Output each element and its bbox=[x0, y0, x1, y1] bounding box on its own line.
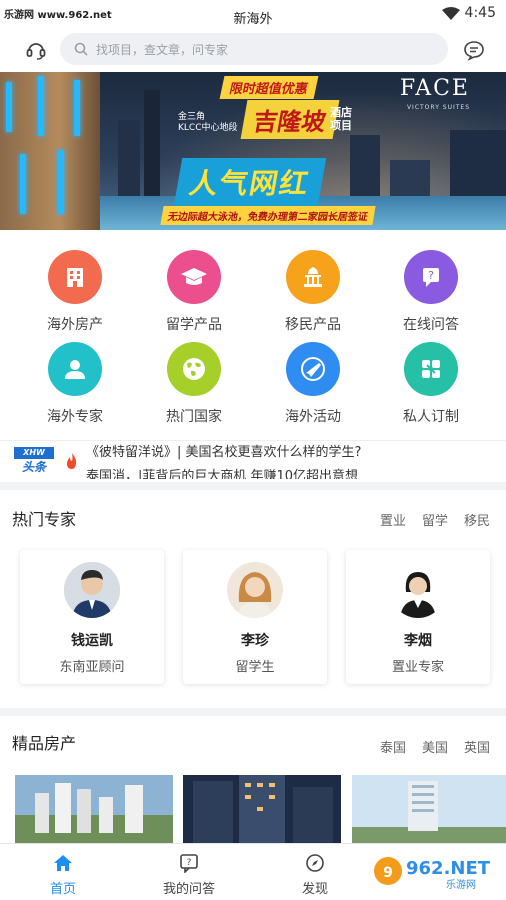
filter-tab-thailand[interactable]: 泰国 bbox=[380, 737, 406, 756]
tab-my-qa[interactable]: ? 我的问答 bbox=[126, 844, 252, 900]
category-label: 海外房产 bbox=[47, 317, 103, 333]
expert-card[interactable]: 李珍 留学生 bbox=[183, 550, 327, 684]
filter-tab-uk[interactable]: 英国 bbox=[464, 737, 490, 756]
filter-tab-study[interactable]: 留学 bbox=[422, 510, 448, 529]
promo-hotel-label: 酒店 项目 bbox=[330, 106, 352, 132]
svg-text:9: 9 bbox=[383, 865, 393, 881]
promo-banner[interactable]: 限时超值优惠 金三角 KLCC中心地段 吉隆坡 酒店 项目 人气网红 无边际超大… bbox=[0, 72, 506, 230]
category-grid: 海外房产 留学产品 移民产品 ? 在线问答 海外专家 热门国家 海外活动 私人订… bbox=[0, 242, 506, 434]
promo-strip-label: 无边际超大泳池，免费办理第二家园长居签证 bbox=[160, 206, 376, 225]
property-section-title: 精品房产 bbox=[12, 734, 77, 753]
tab-home[interactable]: 首页 bbox=[0, 844, 126, 900]
site-watermark-brand: 962.NET bbox=[406, 858, 491, 879]
xhw-news-logo: XHW 头条 bbox=[14, 447, 54, 475]
category-label: 私人订制 bbox=[403, 409, 459, 425]
globe-icon bbox=[167, 342, 221, 396]
search-input[interactable]: 找项目，查文章，问专家 bbox=[60, 33, 448, 65]
expert-role: 留学生 bbox=[235, 660, 275, 675]
promo-top-label: 限时超值优惠 bbox=[219, 76, 319, 99]
site-watermark-sub: 乐游网 bbox=[446, 878, 476, 891]
category-overseas-property[interactable]: 海外房产 bbox=[15, 250, 135, 342]
category-label: 海外专家 bbox=[47, 409, 103, 425]
promo-main-label: 人气网红 bbox=[173, 158, 327, 206]
compass-icon bbox=[304, 852, 326, 874]
category-private-custom[interactable]: 私人订制 bbox=[371, 342, 491, 434]
fire-icon bbox=[67, 453, 77, 469]
status-bar: 乐游网 www.962.net 新海外 4:45 bbox=[0, 0, 506, 30]
promo-sub-label: 金三角 KLCC中心地段 bbox=[178, 112, 238, 133]
headset-icon[interactable] bbox=[22, 36, 50, 64]
ticker-headline[interactable]: 泰国消，|菲背后的巨大商机 年赚10亿超出意想 bbox=[86, 465, 358, 479]
category-study-products[interactable]: 留学产品 bbox=[134, 250, 254, 342]
category-label: 海外活动 bbox=[285, 409, 341, 425]
svg-text:?: ? bbox=[187, 858, 192, 868]
property-filter-tabs: 泰国 美国 英国 bbox=[364, 737, 490, 756]
tab-label: 我的问答 bbox=[162, 882, 215, 897]
news-ticker[interactable]: XHW 头条 《彼特留洋说》| 美国名校更喜欢什么样的学生? 泰国消，|菲背后的… bbox=[0, 440, 506, 482]
capitol-icon bbox=[286, 250, 340, 304]
category-label: 热门国家 bbox=[166, 409, 222, 425]
banner-building bbox=[0, 72, 100, 230]
promo-city-label: 吉隆坡 bbox=[240, 100, 340, 139]
category-overseas-events[interactable]: 海外活动 bbox=[253, 342, 373, 434]
category-label: 移民产品 bbox=[285, 317, 341, 333]
search-header: 找项目，查文章，问专家 bbox=[0, 30, 506, 72]
expert-role: 东南亚顾问 bbox=[59, 660, 125, 675]
question-box-icon: ? bbox=[178, 852, 200, 874]
custom-icon bbox=[404, 342, 458, 396]
section-divider bbox=[0, 708, 506, 716]
ticker-headline[interactable]: 《彼特留洋说》| 美国名校更喜欢什么样的学生? bbox=[86, 441, 361, 460]
property-card[interactable] bbox=[183, 775, 341, 845]
experts-section-title: 热门专家 bbox=[12, 510, 77, 529]
expert-icon bbox=[48, 342, 102, 396]
wifi-icon bbox=[442, 7, 460, 20]
expert-name: 钱运凯 bbox=[71, 633, 113, 649]
property-card[interactable] bbox=[352, 775, 506, 845]
avatar bbox=[227, 562, 283, 618]
category-label: 在线问答 bbox=[403, 317, 459, 333]
category-overseas-expert[interactable]: 海外专家 bbox=[15, 342, 135, 434]
expert-role: 置业专家 bbox=[391, 660, 444, 675]
filter-tab-immigration[interactable]: 移民 bbox=[464, 510, 490, 529]
search-placeholder: 找项目，查文章，问专家 bbox=[96, 42, 229, 57]
section-divider bbox=[0, 482, 506, 490]
brand-logo: FACE bbox=[399, 76, 470, 101]
filter-tab-usa[interactable]: 美国 bbox=[422, 737, 448, 756]
expert-name: 李珍 bbox=[241, 633, 269, 649]
plane-icon bbox=[286, 342, 340, 396]
site-watermark-logo: 9 962.NET 乐游网 bbox=[368, 852, 498, 891]
expert-card[interactable]: 李烟 置业专家 bbox=[346, 550, 490, 684]
avatar bbox=[390, 562, 446, 618]
category-label: 留学产品 bbox=[166, 317, 222, 333]
filter-tab-property[interactable]: 置业 bbox=[380, 510, 406, 529]
chat-bubble-icon[interactable] bbox=[460, 36, 488, 64]
home-icon bbox=[52, 852, 74, 874]
category-popular-countries[interactable]: 热门国家 bbox=[134, 342, 254, 434]
qa-icon: ? bbox=[404, 250, 458, 304]
tab-discover[interactable]: 发现 bbox=[252, 844, 378, 900]
clock: 4:45 bbox=[464, 5, 496, 21]
experts-filter-tabs: 置业 留学 移民 bbox=[364, 510, 490, 529]
property-card[interactable] bbox=[15, 775, 173, 845]
expert-card[interactable]: 钱运凯 东南亚顾问 bbox=[20, 550, 164, 684]
category-online-qa[interactable]: ? 在线问答 bbox=[371, 250, 491, 342]
svg-text:?: ? bbox=[428, 269, 434, 282]
app-title: 新海外 bbox=[233, 12, 273, 27]
avatar bbox=[64, 562, 120, 618]
category-immigration-products[interactable]: 移民产品 bbox=[253, 250, 373, 342]
tab-label: 首页 bbox=[49, 882, 76, 897]
building-icon bbox=[48, 250, 102, 304]
expert-name: 李烟 bbox=[404, 633, 432, 649]
search-icon bbox=[74, 42, 88, 56]
tab-label: 发现 bbox=[301, 882, 328, 897]
graduation-cap-icon bbox=[167, 250, 221, 304]
brand-sub: VICTORY SUITES bbox=[406, 104, 470, 111]
